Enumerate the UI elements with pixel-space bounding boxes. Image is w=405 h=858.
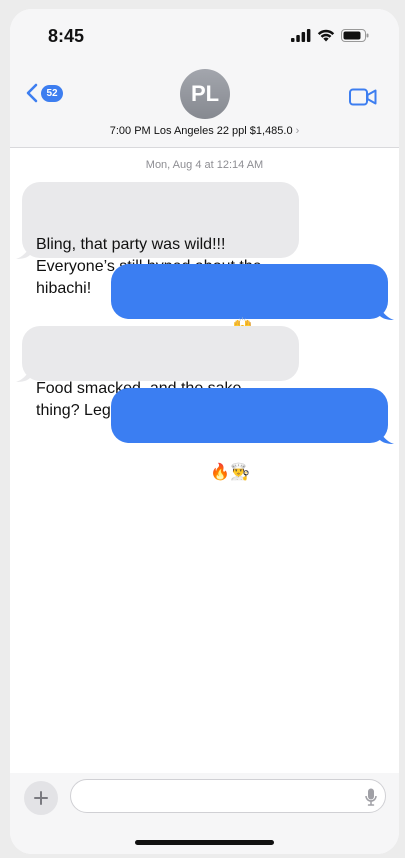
phone-screen: 8:45 52 PL 7:00 PM Los Angeles 22 ppl $1…	[10, 9, 399, 854]
unread-count-badge: 52	[41, 84, 63, 102]
bubble-tail	[16, 370, 30, 382]
back-button[interactable]: 52	[26, 83, 63, 103]
facetime-video-button[interactable]	[349, 88, 377, 111]
status-time: 8:45	[48, 26, 85, 46]
microphone-icon	[365, 788, 377, 806]
add-attachment-button[interactable]	[24, 781, 58, 815]
bubble-tail	[380, 432, 394, 444]
chevron-right-icon: ›	[295, 125, 300, 137]
cellular-signal-icon	[291, 29, 311, 42]
home-indicator[interactable]	[135, 840, 274, 845]
outgoing-message-bubble[interactable]: Say the word and we’ll bring the show ag…	[111, 388, 394, 481]
message-timestamp: Mon, Aug 4 at 12:14 AM	[145, 159, 264, 171]
outgoing-message-bubble[interactable]: Haha love that 🙌 Our chef said your grou…	[111, 264, 394, 357]
incoming-message-bubble[interactable]: Bling, that party was wild!!! Everyone’s…	[16, 182, 299, 297]
message-text: Say the word and we’ll bring the show ag…	[125, 442, 352, 481]
wifi-icon	[317, 29, 335, 42]
incoming-message-bubble[interactable]: Food smacked, and the sake thing? Legend…	[16, 326, 299, 419]
message-input[interactable]	[70, 779, 386, 813]
chevron-left-icon	[26, 83, 38, 103]
plus-icon	[34, 791, 48, 805]
contact-avatar[interactable]: PL	[180, 69, 230, 119]
bubble-tail	[16, 247, 30, 259]
battery-icon	[341, 29, 369, 42]
status-bar: 8:45	[10, 9, 399, 61]
contact-name: 7:00 PM Los Angeles 22 ppl $1,485.0	[109, 125, 293, 137]
status-icons	[291, 29, 369, 42]
dictation-button[interactable]	[365, 788, 377, 811]
conversation-header: 52 PL 7:00 PM Los Angeles 22 ppl $1,485.…	[10, 61, 399, 148]
video-camera-icon	[349, 88, 377, 106]
bubble-tail	[380, 308, 394, 320]
contact-details-link[interactable]: 7:00 PM Los Angeles 22 ppl $1,485.0 ›	[10, 125, 399, 137]
